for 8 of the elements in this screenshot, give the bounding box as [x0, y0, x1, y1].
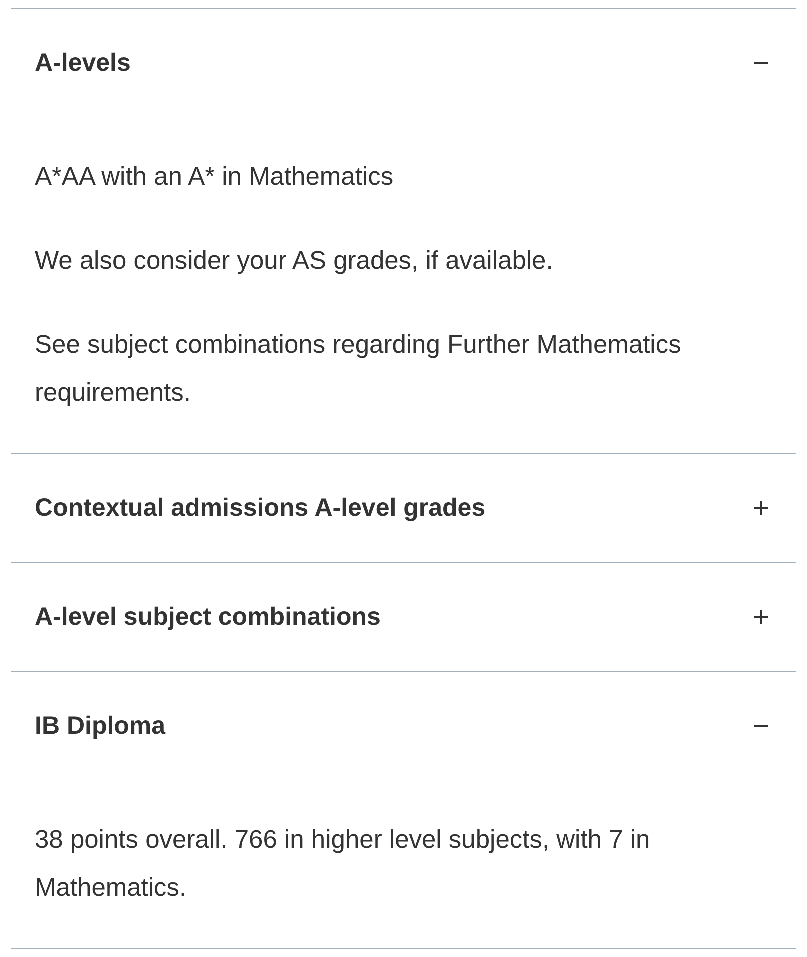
minus-icon	[754, 725, 768, 727]
plus-icon	[754, 610, 768, 624]
body-paragraph: See subject combinations regarding Further Mathematics requirements.	[35, 330, 682, 409]
body-paragraph: We also consider your AS grades, if available.	[35, 246, 554, 277]
plus-icon	[754, 501, 768, 515]
body-paragraph: A*AA with an A* in Mathematics	[35, 162, 395, 193]
minus-icon	[754, 62, 768, 64]
body-paragraph: 38 points overall. 766 in higher level subjects, with 7 in Mathematics.	[35, 825, 652, 904]
